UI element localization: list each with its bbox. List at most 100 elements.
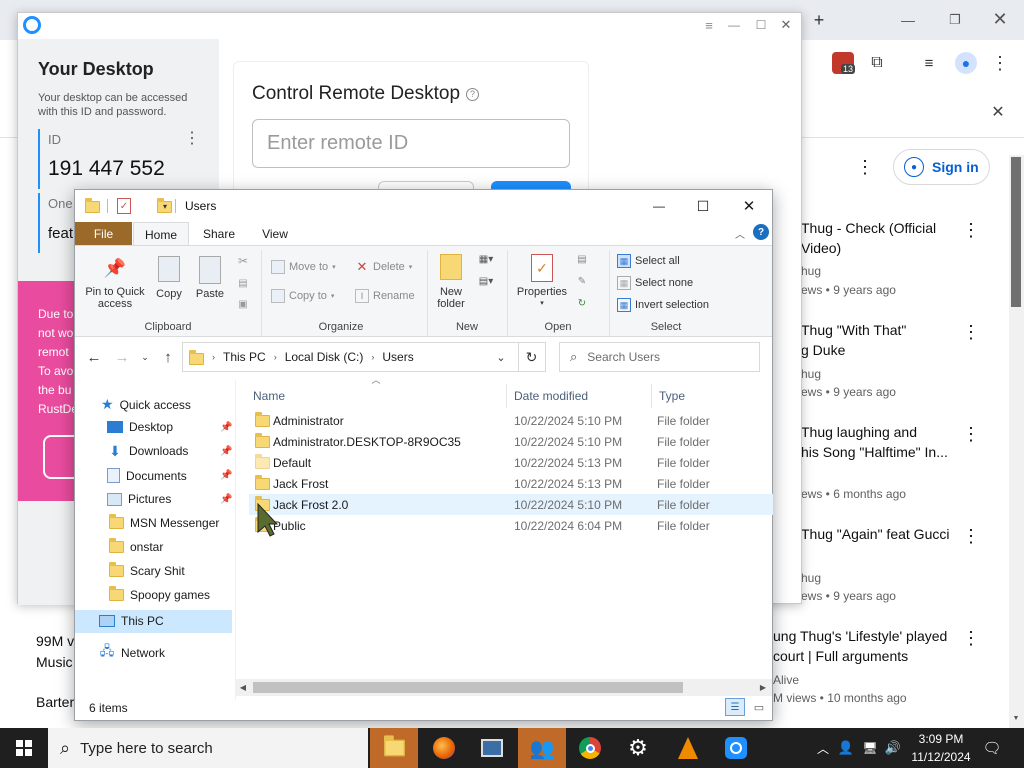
nav-item-folder[interactable]: Scary Shit [109, 562, 185, 578]
new-tab-icon[interactable]: + [810, 10, 828, 30]
pin-icon[interactable]: 📌 [220, 494, 232, 505]
qat-dropdown-icon[interactable]: ▾ [160, 199, 170, 213]
edit-icon[interactable]: ✎ [575, 274, 589, 288]
taskbar-file-explorer[interactable] [370, 728, 418, 768]
video-title[interactable]: Thug laughing and [801, 422, 917, 442]
column-header-date[interactable]: Date modified [508, 384, 652, 408]
nav-quick-access[interactable]: ★ Quick access [101, 396, 191, 413]
volume-icon[interactable]: 🔊 [884, 740, 902, 756]
video-channel[interactable]: hug [801, 264, 821, 278]
video-menu-icon[interactable]: ⋮ [962, 526, 980, 547]
cut-icon[interactable]: ✂ [236, 254, 250, 268]
scroll-left-icon[interactable]: ◀ [238, 682, 248, 692]
video-title[interactable]: Thug - Check (Official [801, 218, 936, 238]
taskbar-messenger[interactable]: 👥 [518, 728, 566, 768]
video-title[interactable]: his Song "Halftime" In... [801, 442, 948, 462]
search-box[interactable]: ⌕ Search Users [559, 342, 760, 372]
nav-item-folder[interactable]: MSN Messenger [109, 514, 219, 530]
pin-icon[interactable]: 📌 [220, 422, 232, 433]
clock[interactable]: 3:09 PM 11/12/2024 [906, 730, 976, 766]
breadcrumb-item[interactable]: Local Disk (C:) [285, 350, 364, 364]
video-title[interactable]: Thug "Again" feat Gucci [801, 524, 949, 544]
video-menu-icon[interactable]: ⋮ [962, 322, 980, 343]
video-menu-icon[interactable]: ⋮ [962, 628, 980, 649]
paste-button[interactable]: Paste [193, 256, 227, 300]
minimize-icon[interactable]: — [726, 16, 742, 34]
help-icon[interactable]: ? [466, 87, 480, 101]
minimize-icon[interactable]: — [898, 10, 918, 30]
explorer-titlebar[interactable]: ✓ ▾ Users — ☐ ✕ [75, 190, 772, 222]
tab-home[interactable]: Home [133, 222, 189, 246]
media-control-icon[interactable]: ≡ [918, 52, 940, 74]
rename-button[interactable]: I Rename [355, 289, 415, 303]
copy-button[interactable]: Copy [153, 256, 185, 300]
horizontal-scrollbar[interactable]: ◀ ▶ [236, 679, 772, 696]
video-title[interactable]: court | Full arguments [773, 646, 908, 666]
extension-icon[interactable]: 13 [832, 52, 856, 74]
file-row[interactable]: Default 10/22/2024 5:13 PM File folder [249, 452, 773, 473]
move-to-button[interactable]: Move to ▾ [271, 260, 336, 274]
tray-messenger-icon[interactable]: 👤 [838, 740, 854, 756]
puzzle-icon[interactable]: ⧉ [866, 52, 888, 74]
recent-locations-icon[interactable]: ⌄ [139, 350, 151, 364]
notification-icon[interactable]: 🗨 [982, 738, 1002, 758]
video-title[interactable]: Thug "With That" [801, 320, 906, 340]
file-row[interactable]: Administrator 10/22/2024 5:10 PM File fo… [249, 410, 773, 431]
id-value[interactable]: 191 447 552 [48, 157, 165, 181]
invert-selection-button[interactable]: ▦ Invert selection [617, 298, 709, 312]
id-menu-icon[interactable]: ⋮ [184, 129, 200, 147]
tab-view[interactable]: View [251, 222, 299, 245]
nav-item-folder[interactable]: onstar [109, 538, 163, 554]
taskbar-chrome[interactable] [566, 728, 614, 768]
video-menu-icon[interactable]: ⋮ [962, 220, 980, 241]
select-all-button[interactable]: ▦ Select all [617, 254, 680, 268]
profile-icon[interactable]: ● [955, 52, 977, 74]
collapse-ribbon-icon[interactable]: ︿ [733, 226, 747, 241]
close-icon[interactable]: ✕ [778, 16, 794, 34]
pin-icon[interactable]: 📌 [220, 446, 232, 457]
tab-share[interactable]: Share [195, 222, 243, 245]
close-icon[interactable]: ✕ [739, 196, 759, 216]
rustdesk-titlebar[interactable]: ≡ — ☐ ✕ [18, 13, 801, 39]
back-icon[interactable]: ← [85, 348, 103, 366]
menu-icon[interactable]: ≡ [701, 16, 717, 34]
copy-to-button[interactable]: Copy to ▾ [271, 289, 334, 303]
network-tray-icon[interactable]: 🖥 [862, 740, 878, 756]
up-icon[interactable]: ↑ [159, 348, 177, 366]
video-title[interactable]: g Duke [801, 340, 845, 360]
tab-file[interactable]: File [75, 222, 132, 245]
properties-button[interactable]: ✓ Properties ▾ [511, 254, 573, 310]
close-icon[interactable]: ✕ [990, 8, 1010, 30]
breadcrumb-item[interactable]: Users [382, 350, 413, 364]
close-infobar-icon[interactable]: ✕ [988, 102, 1008, 122]
scroll-down-icon[interactable]: ▼ [1011, 713, 1021, 723]
new-item-icon[interactable]: ▦▾ [475, 252, 497, 266]
nav-item-desktop[interactable]: Desktop [107, 420, 173, 434]
taskbar-vlc[interactable] [664, 728, 712, 768]
select-none-button[interactable]: ▦ Select none [617, 276, 693, 290]
delete-button[interactable]: ✕ Delete ▾ [355, 259, 413, 274]
video-title[interactable]: ung Thug's 'Lifestyle' played [773, 626, 947, 646]
video-channel[interactable]: Alive [773, 673, 799, 687]
sign-in-button[interactable]: ● Sign in [893, 149, 990, 185]
nav-item-network[interactable]: 🖧 Network [99, 643, 165, 660]
video-channel[interactable]: hug [801, 367, 821, 381]
taskbar-settings[interactable]: ⚙ [614, 728, 662, 768]
file-row-hovered[interactable]: Jack Frost 2.0 10/22/2024 5:10 PM File f… [249, 494, 773, 515]
minimize-icon[interactable]: — [649, 196, 669, 216]
file-row[interactable]: Administrator.DESKTOP-8R9OC35 10/22/2024… [249, 431, 773, 452]
scroll-right-icon[interactable]: ▶ [758, 682, 768, 692]
show-hidden-icons-icon[interactable]: ︿ [816, 740, 830, 756]
refresh-button[interactable]: ↻ [518, 342, 546, 372]
help-icon[interactable]: ? [753, 224, 769, 240]
taskbar-firefox[interactable] [420, 728, 468, 768]
history-icon[interactable]: ↻ [575, 296, 589, 310]
nav-item-documents[interactable]: Documents [107, 468, 187, 483]
taskbar-rustdesk[interactable] [712, 728, 760, 768]
video-menu-icon[interactable]: ⋮ [962, 424, 980, 445]
open-icon[interactable]: ▤ [575, 252, 589, 266]
nav-item-folder[interactable]: Spoopy games [109, 586, 210, 602]
forward-icon[interactable]: → [113, 348, 131, 366]
column-header-type[interactable]: Type [653, 384, 763, 408]
chrome-menu-icon[interactable]: ⋮ [991, 52, 1009, 74]
